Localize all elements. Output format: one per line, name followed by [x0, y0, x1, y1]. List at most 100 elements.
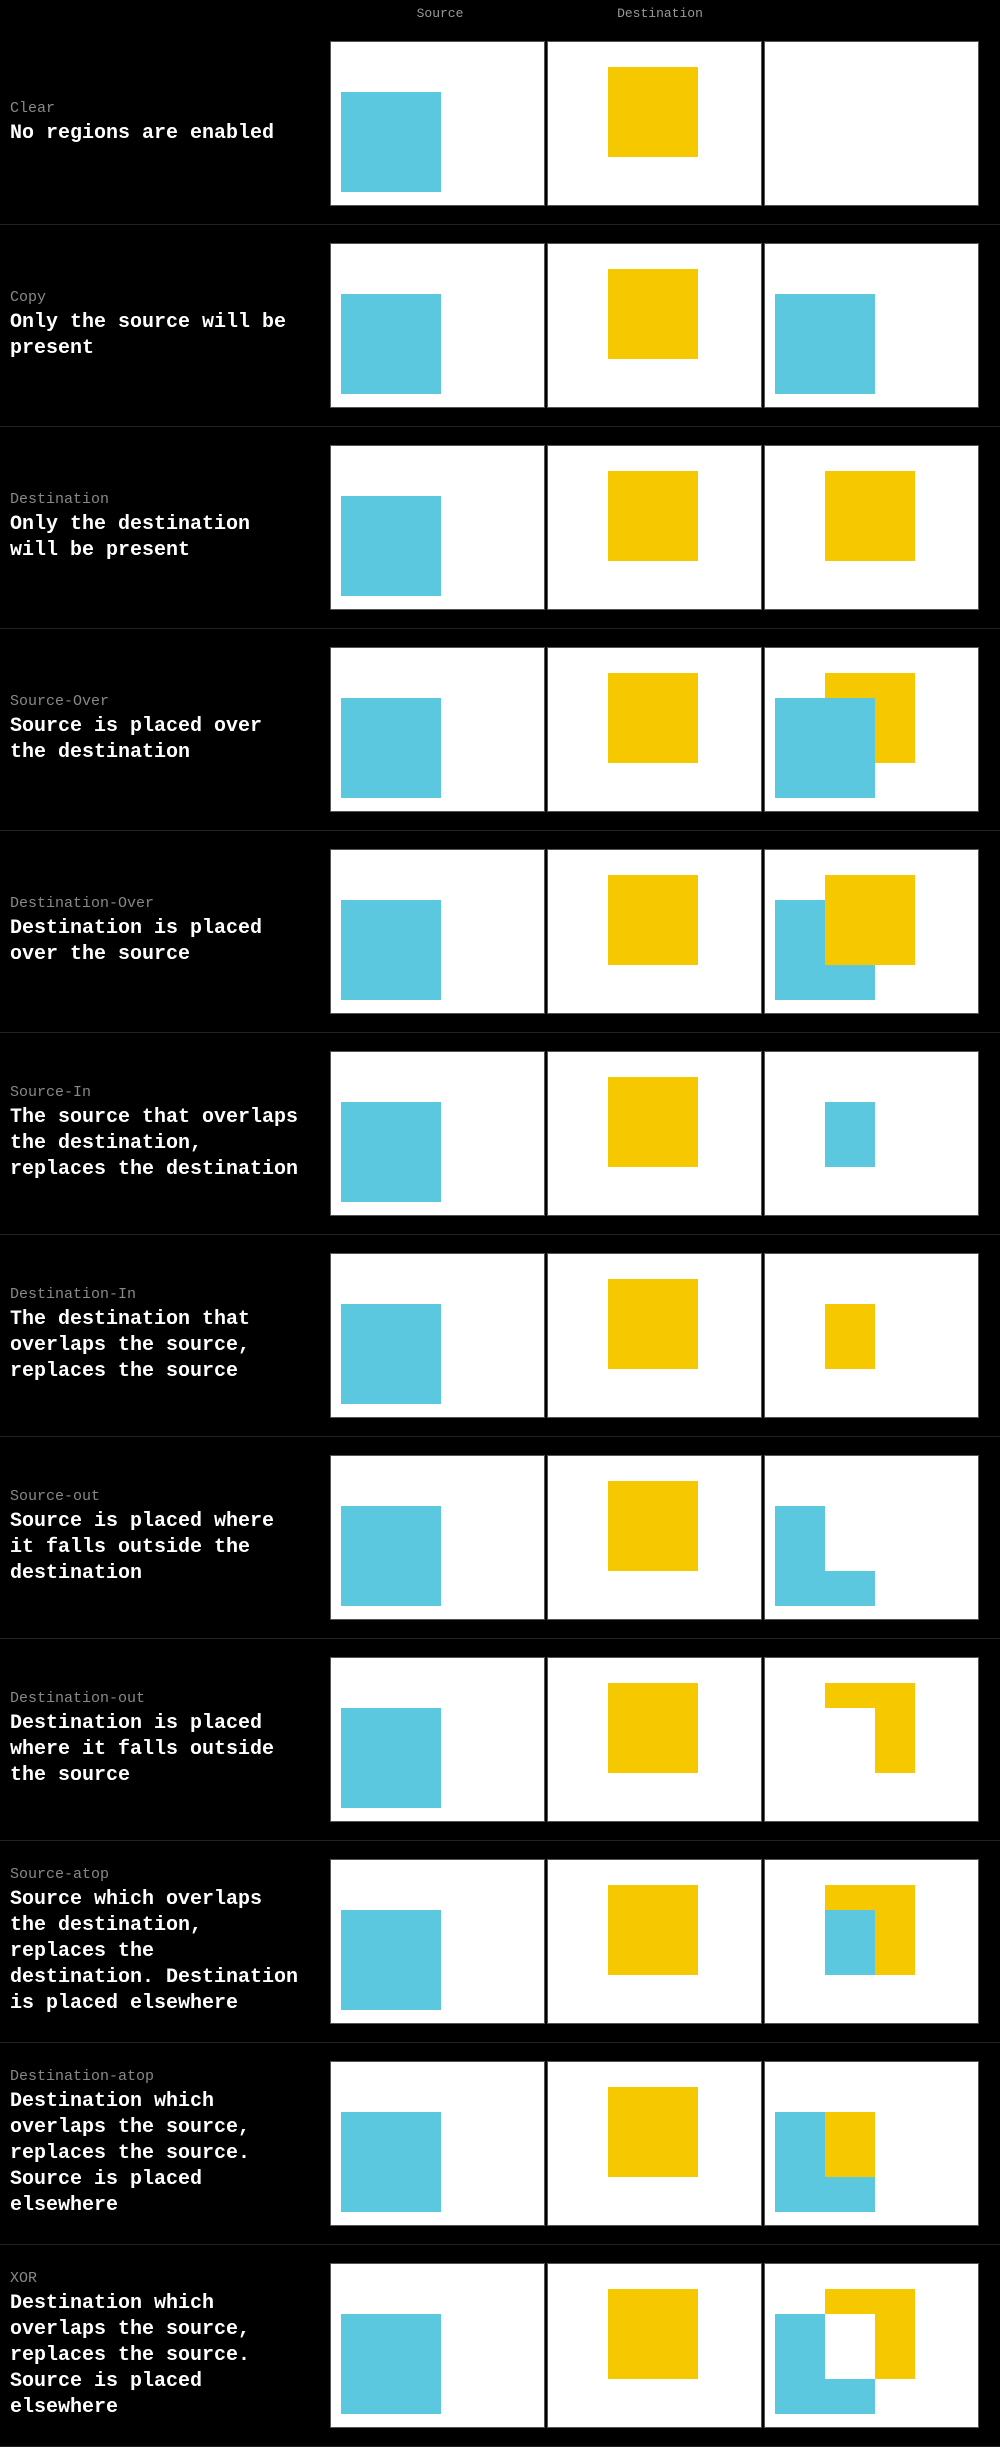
- blue-square: [775, 2112, 825, 2212]
- yellow-square: [608, 1077, 698, 1167]
- row-destination-in: Destination-In The destination that over…: [0, 1235, 1000, 1437]
- row-destination-atop: Destination-atop Destination which overl…: [0, 2043, 1000, 2245]
- blue-square: [825, 2379, 875, 2414]
- yellow-square: [875, 2314, 915, 2379]
- diagram-box: [330, 1051, 545, 1216]
- yellow-square: [825, 1683, 915, 1708]
- label-col-destination-out: Destination-out Destination is placed wh…: [0, 1690, 330, 1789]
- yellow-square: [875, 1910, 915, 1975]
- label-title-source-over: Source-Over: [10, 693, 310, 710]
- diagram-box: [764, 41, 979, 206]
- blue-square: [775, 1506, 825, 1606]
- diagrams-destination: [330, 445, 981, 610]
- label-desc-source-over: Source is placed over the destination: [10, 714, 310, 766]
- label-title-destination-out: Destination-out: [10, 1690, 310, 1707]
- yellow-square: [608, 2289, 698, 2379]
- row-source-in: Source-In The source that overlaps the d…: [0, 1033, 1000, 1235]
- blue-square: [341, 496, 441, 596]
- yellow-square: [825, 1304, 875, 1369]
- yellow-square: [825, 1885, 915, 1910]
- label-desc-source-atop: Source which overlaps the destination, r…: [10, 1887, 310, 2017]
- diagram-box: [330, 41, 545, 206]
- header-destination: Destination: [550, 6, 770, 21]
- yellow-square: [608, 1481, 698, 1571]
- yellow-square: [608, 673, 698, 763]
- diagram-box: [330, 849, 545, 1014]
- label-desc-xor: Destination which overlaps the source, r…: [10, 2291, 310, 2421]
- blue-square: [341, 900, 441, 1000]
- blue-square: [775, 2314, 825, 2414]
- diagram-box: [330, 2263, 545, 2428]
- diagrams-source-out: [330, 1455, 981, 1620]
- diagrams-destination-in: [330, 1253, 981, 1418]
- diagram-box: [764, 1253, 979, 1418]
- diagrams-source-atop: [330, 1859, 981, 2024]
- blue-square: [341, 1506, 441, 1606]
- diagram-box: [547, 2263, 762, 2428]
- diagrams-xor: [330, 2263, 981, 2428]
- label-title-destination: Destination: [10, 491, 310, 508]
- blue-square: [341, 1102, 441, 1202]
- header-source: Source: [330, 6, 550, 21]
- diagrams-destination-over: [330, 849, 981, 1014]
- label-col-destination-over: Destination-Over Destination is placed o…: [0, 895, 330, 968]
- diagram-box: [547, 1051, 762, 1216]
- diagrams-copy: [330, 243, 981, 408]
- label-desc-copy: Only the source will be present: [10, 310, 310, 362]
- label-title-source-in: Source-In: [10, 1084, 310, 1101]
- diagram-box: [764, 1657, 979, 1822]
- header-row: Source Destination: [0, 0, 1000, 23]
- row-source-over: Source-Over Source is placed over the de…: [0, 629, 1000, 831]
- label-desc-clear: No regions are enabled: [10, 121, 310, 147]
- blue-square: [775, 294, 875, 394]
- label-desc-destination-in: The destination that overlaps the source…: [10, 1307, 310, 1385]
- diagram-box: [547, 1657, 762, 1822]
- label-title-clear: Clear: [10, 100, 310, 117]
- blue-square: [825, 1571, 875, 1606]
- diagram-box: [547, 1455, 762, 1620]
- label-title-destination-over: Destination-Over: [10, 895, 310, 912]
- blue-square: [341, 2314, 441, 2414]
- blue-square: [341, 2112, 441, 2212]
- label-title-destination-atop: Destination-atop: [10, 2068, 310, 2085]
- diagram-box: [547, 1253, 762, 1418]
- row-xor: XOR Destination which overlaps the sourc…: [0, 2245, 1000, 2447]
- diagram-box: [330, 1253, 545, 1418]
- label-col-source-atop: Source-atop Source which overlaps the de…: [0, 1866, 330, 2017]
- row-source-out: Source-out Source is placed where it fal…: [0, 1437, 1000, 1639]
- blue-square: [775, 698, 875, 798]
- row-destination: Destination Only the destination will be…: [0, 427, 1000, 629]
- blue-square: [825, 2177, 875, 2212]
- row-source-atop: Source-atop Source which overlaps the de…: [0, 1841, 1000, 2043]
- label-desc-destination: Only the destination will be present: [10, 512, 310, 564]
- blue-square: [341, 1910, 441, 2010]
- diagram-box: [547, 647, 762, 812]
- diagram-box: [547, 849, 762, 1014]
- diagram-box: [547, 41, 762, 206]
- diagram-box: [330, 445, 545, 610]
- diagrams-destination-atop: [330, 2061, 981, 2226]
- yellow-square: [825, 2112, 875, 2177]
- blue-square: [341, 1304, 441, 1404]
- diagram-box: [330, 647, 545, 812]
- yellow-square: [608, 2087, 698, 2177]
- label-col-source-out: Source-out Source is placed where it fal…: [0, 1488, 330, 1587]
- diagrams-source-over: [330, 647, 981, 812]
- yellow-square: [825, 875, 915, 965]
- yellow-square: [608, 471, 698, 561]
- diagram-box: [764, 2263, 979, 2428]
- blue-square: [341, 92, 441, 192]
- label-col-copy: Copy Only the source will be present: [0, 289, 330, 362]
- diagram-box: [547, 243, 762, 408]
- diagram-box: [764, 1859, 979, 2024]
- row-destination-over: Destination-Over Destination is placed o…: [0, 831, 1000, 1033]
- diagram-box: [764, 647, 979, 812]
- yellow-square: [608, 1885, 698, 1975]
- diagram-box: [764, 849, 979, 1014]
- label-title-destination-in: Destination-In: [10, 1286, 310, 1303]
- label-col-xor: XOR Destination which overlaps the sourc…: [0, 2270, 330, 2421]
- blue-square: [341, 294, 441, 394]
- label-desc-destination-out: Destination is placed where it falls out…: [10, 1711, 310, 1789]
- label-col-destination-in: Destination-In The destination that over…: [0, 1286, 330, 1385]
- yellow-square: [825, 471, 915, 561]
